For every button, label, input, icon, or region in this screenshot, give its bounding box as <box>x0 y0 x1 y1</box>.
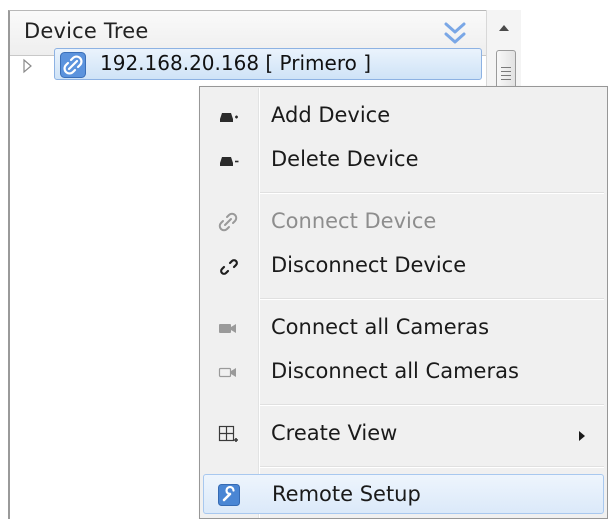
menu-item-disconnect-all-cameras[interactable]: Disconnect all Cameras <box>203 350 604 392</box>
menu-item-label: Remote Setup <box>272 482 421 506</box>
grip-lines-icon <box>501 71 511 72</box>
menu-item-label: Add Device <box>271 103 391 127</box>
menu-item-disconnect-device[interactable]: Disconnect Device <box>203 244 604 286</box>
grip-lines-icon <box>501 67 511 68</box>
menu-separator <box>260 192 604 194</box>
menu-separator <box>260 466 604 468</box>
menu-item-remote-setup[interactable]: Remote Setup <box>203 474 604 514</box>
link-icon <box>217 211 239 233</box>
menu-item-label: Delete Device <box>271 147 419 171</box>
device-add-icon <box>217 105 239 127</box>
menu-item-connect-all-cameras[interactable]: Connect all Cameras <box>203 306 604 348</box>
link-icon <box>60 52 86 78</box>
broken-link-icon <box>217 255 239 277</box>
menu-separator <box>260 298 604 300</box>
menu-item-connect-device[interactable]: Connect Device <box>203 200 604 242</box>
tree-node-device[interactable]: 192.168.20.168 [ Primero ] <box>18 48 484 82</box>
submenu-arrow-icon <box>577 427 587 441</box>
camera-filled-icon <box>217 317 239 339</box>
menu-item-delete-device[interactable]: Delete Device <box>203 138 604 180</box>
menu-separator <box>260 404 604 406</box>
grip-lines-icon <box>501 79 511 80</box>
menu-item-label: Disconnect Device <box>271 253 467 277</box>
triangle-right-icon[interactable] <box>20 56 36 76</box>
grid-add-icon <box>217 423 239 445</box>
wrench-icon <box>218 484 240 506</box>
camera-outline-icon <box>217 361 239 383</box>
menu-item-add-device[interactable]: Add Device <box>203 94 604 136</box>
menu-item-create-view[interactable]: Create View <box>203 412 604 454</box>
tree-node-label: 192.168.20.168 [ Primero ] <box>100 51 372 75</box>
menu-item-label: Connect all Cameras <box>271 315 490 339</box>
double-chevron-down-icon[interactable] <box>442 20 468 48</box>
device-remove-icon <box>217 149 239 171</box>
menu-item-label: Connect Device <box>271 209 437 233</box>
grip-lines-icon <box>501 75 511 76</box>
device-tree-title: Device Tree <box>24 19 149 43</box>
menu-item-label: Disconnect all Cameras <box>271 359 519 383</box>
device-tree-window: Device Tree 192.168.20.168 [Primero] A… <box>0 0 608 519</box>
menu-item-label: Create View <box>271 421 398 445</box>
context-menu: Add Device Delete Device Connect Device … <box>199 86 608 519</box>
arrow-up-icon[interactable] <box>487 10 521 44</box>
